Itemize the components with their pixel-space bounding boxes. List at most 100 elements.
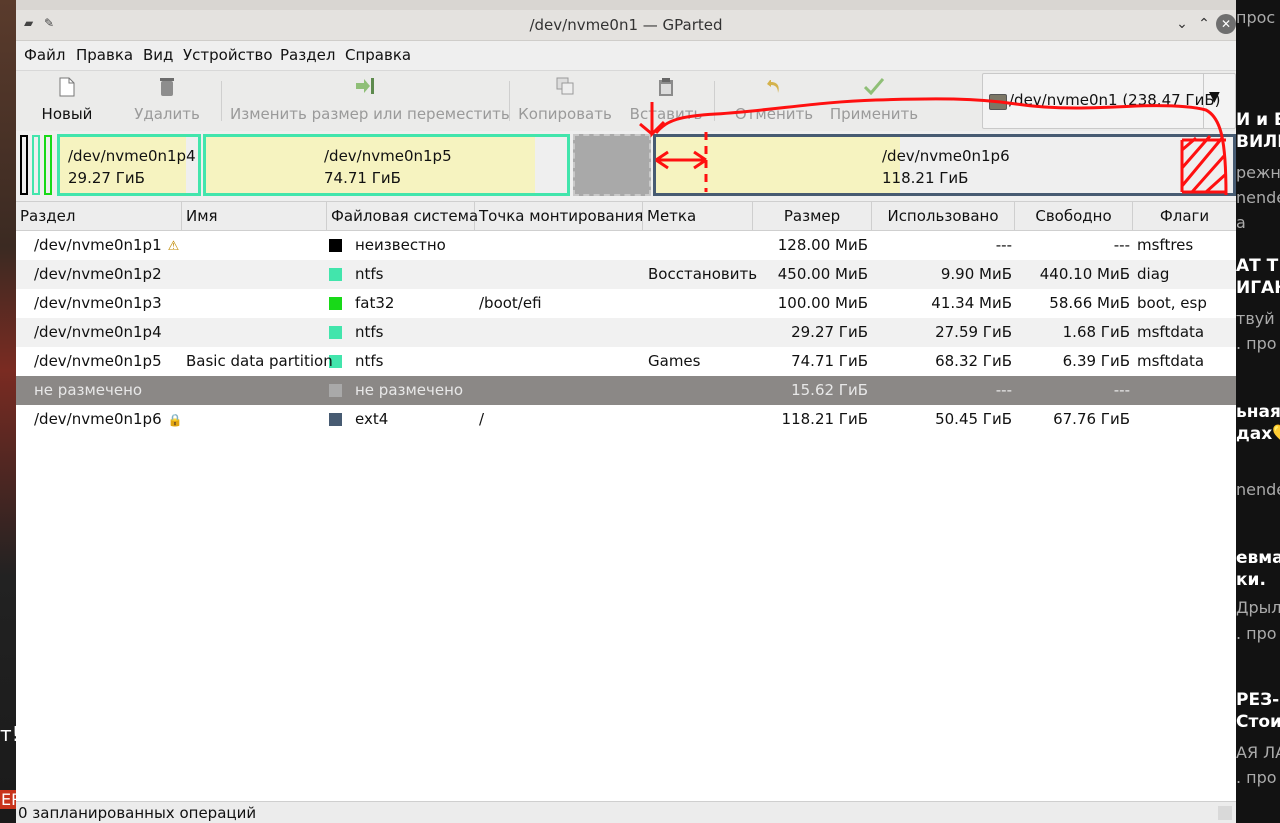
cell-name bbox=[186, 231, 326, 260]
cell-flags: msftdata bbox=[1137, 318, 1233, 347]
background-text: nende bbox=[1236, 188, 1280, 207]
hard-disk-icon bbox=[989, 94, 1007, 110]
cell-fs: ntfs bbox=[355, 260, 473, 289]
table-row[interactable]: /dev/nvme0n1p4 ntfs 29.27 ГиБ 27.59 ГиБ 1.68… bbox=[16, 318, 1236, 347]
cell-fs: ntfs bbox=[355, 318, 473, 347]
background-text: Стои bbox=[1236, 712, 1280, 732]
resize-move-button[interactable]: Изменить размер или переместить bbox=[230, 71, 510, 131]
segment-size: 74.71 ГиБ bbox=[324, 169, 401, 187]
column-mountpoint[interactable]: Точка монтирования bbox=[475, 202, 643, 230]
cell-mount: /boot/efi bbox=[479, 289, 639, 318]
cell-free: 440.10 МиБ bbox=[1016, 260, 1130, 289]
background-text: . про bbox=[1236, 334, 1277, 353]
background-text: РЕЗ- bbox=[1236, 690, 1280, 710]
device-selector[interactable]: /dev/nvme0n1 (238.47 ГиБ) ▼ bbox=[982, 73, 1236, 129]
table-row[interactable]: /dev/nvme0n1p1 ⚠ неизвестно 128.00 МиБ --- --… bbox=[16, 231, 1236, 260]
cell-text: ntfs bbox=[355, 352, 384, 370]
table-row[interactable]: /dev/nvme0n1p3 fat32/boot/efi 100.00 МиБ 41… bbox=[16, 289, 1236, 318]
table-header: Раздел Имя Файловая система Точка монтир… bbox=[16, 202, 1236, 231]
close-button[interactable]: ✕ bbox=[1216, 14, 1236, 34]
chevron-down-icon[interactable]: ▼ bbox=[1209, 89, 1220, 105]
table-row[interactable]: /dev/nvme0n1p5 Basic data partition ntfs Ga… bbox=[16, 347, 1236, 376]
window-title: /dev/nvme0n1 — GParted bbox=[529, 16, 723, 34]
cell-free: --- bbox=[1016, 231, 1130, 260]
table-row[interactable]: не размечено не размечено 15.62 ГиБ --- --- bbox=[16, 376, 1236, 405]
cell-fs: неизвестно bbox=[355, 231, 473, 260]
cell-text: ntfs bbox=[355, 265, 384, 283]
maximize-button[interactable]: ⌃ bbox=[1194, 14, 1214, 34]
cell-text: 50.45 ГиБ bbox=[935, 410, 1012, 428]
disk-segment-p3[interactable] bbox=[44, 135, 52, 195]
cell-size: 450.00 МиБ bbox=[756, 260, 868, 289]
background-text: ьная bbox=[1236, 402, 1280, 422]
cell-size: 29.27 ГиБ bbox=[756, 318, 868, 347]
apply-button[interactable]: Применить bbox=[828, 71, 920, 131]
cell-text: --- bbox=[995, 381, 1012, 399]
cell-free: 58.66 МиБ bbox=[1016, 289, 1130, 318]
cell-fs: не размечено bbox=[355, 376, 473, 405]
column-used[interactable]: Использовано bbox=[872, 202, 1015, 230]
partition-table: Раздел Имя Файловая система Точка монтир… bbox=[16, 201, 1236, 802]
cell-name bbox=[186, 260, 326, 289]
background-text: nende bbox=[1236, 480, 1280, 499]
cell-mount: / bbox=[479, 405, 639, 434]
menu-help[interactable]: Справка bbox=[345, 46, 411, 64]
filesystem-color-swatch bbox=[329, 297, 342, 310]
menu-bar: Файл Правка Вид Устройство Раздел Справк… bbox=[16, 41, 1236, 69]
disk-segment-p5[interactable]: /dev/nvme0n1p5 74.71 ГиБ bbox=[203, 134, 570, 196]
column-label[interactable]: Метка bbox=[643, 202, 753, 230]
new-button[interactable]: Новый bbox=[36, 71, 98, 131]
cell-text: 68.32 ГиБ bbox=[935, 352, 1012, 370]
menu-view[interactable]: Вид bbox=[143, 46, 173, 64]
menu-edit[interactable]: Правка bbox=[76, 46, 133, 64]
cell-text: --- bbox=[1113, 381, 1130, 399]
minimize-button[interactable]: ⌄ bbox=[1172, 14, 1192, 34]
column-free[interactable]: Свободно bbox=[1015, 202, 1133, 230]
disk-segment-p2[interactable] bbox=[32, 135, 40, 195]
title-bar[interactable]: ▰ ✎ /dev/nvme0n1 — GParted ⌄ ⌃ ✕ bbox=[16, 10, 1236, 41]
cell-text: / bbox=[479, 410, 485, 428]
cell-size: 128.00 МиБ bbox=[756, 231, 868, 260]
menu-partition[interactable]: Раздел bbox=[280, 46, 335, 64]
delete-button[interactable]: Удалить bbox=[134, 71, 200, 131]
cell-text: 118.21 ГиБ bbox=[781, 410, 868, 428]
menu-device[interactable]: Устройство bbox=[183, 46, 273, 64]
cell-size: 118.21 ГиБ bbox=[756, 405, 868, 434]
cell-text: ext4 bbox=[355, 410, 389, 428]
disk-segment-p4[interactable]: /dev/nvme0n1p4 29.27 ГиБ bbox=[57, 134, 201, 196]
cell-used: 9.90 МиБ bbox=[876, 260, 1012, 289]
cell-label: Восстановить bbox=[648, 260, 757, 289]
cell-free: --- bbox=[1016, 376, 1130, 405]
cell-used: --- bbox=[876, 231, 1012, 260]
resize-grip[interactable] bbox=[1218, 806, 1232, 820]
column-filesystem[interactable]: Файловая система bbox=[327, 202, 478, 230]
table-row[interactable]: /dev/nvme0n1p2 ntfs Восстановить 450.00 МиБ… bbox=[16, 260, 1236, 289]
cell-partition: /dev/nvme0n1p1 ⚠ bbox=[34, 231, 182, 260]
paste-button[interactable]: Вставить bbox=[628, 71, 704, 131]
background-text: режне bbox=[1236, 163, 1280, 182]
disk-segment-p6[interactable]: /dev/nvme0n1p6 118.21 ГиБ bbox=[653, 134, 1236, 196]
cell-text: 29.27 ГиБ bbox=[791, 323, 868, 341]
undo-button[interactable]: Отменить bbox=[732, 71, 816, 131]
cell-text: /dev/nvme0n1p5 bbox=[34, 352, 162, 370]
cell-mount bbox=[479, 347, 639, 376]
column-flags[interactable]: Флаги bbox=[1133, 202, 1236, 230]
disk-segment-p1[interactable] bbox=[20, 135, 28, 195]
disk-segment-unallocated[interactable] bbox=[573, 134, 651, 196]
filesystem-color-swatch bbox=[329, 268, 342, 281]
table-row[interactable]: /dev/nvme0n1p6 🔒 ext4 / 118.21 ГиБ 50.45 ГиБ 6… bbox=[16, 405, 1236, 434]
cell-text: 1.68 ГиБ bbox=[1062, 323, 1130, 341]
background-text: . про bbox=[1236, 624, 1277, 643]
toolbar-separator bbox=[509, 81, 510, 121]
menu-file[interactable]: Файл bbox=[24, 46, 65, 64]
column-partition[interactable]: Раздел bbox=[16, 202, 182, 230]
cell-text: Games bbox=[648, 352, 701, 370]
copy-button[interactable]: Копировать bbox=[518, 71, 612, 131]
cell-text: 41.34 МиБ bbox=[931, 294, 1012, 312]
cell-text: 6.39 ГиБ bbox=[1062, 352, 1130, 370]
device-selector-label: /dev/nvme0n1 (238.47 ГиБ) bbox=[1009, 91, 1221, 109]
background-left-strip bbox=[0, 0, 16, 823]
column-size[interactable]: Размер bbox=[753, 202, 872, 230]
column-name[interactable]: Имя bbox=[182, 202, 327, 230]
cell-text: diag bbox=[1137, 265, 1170, 283]
